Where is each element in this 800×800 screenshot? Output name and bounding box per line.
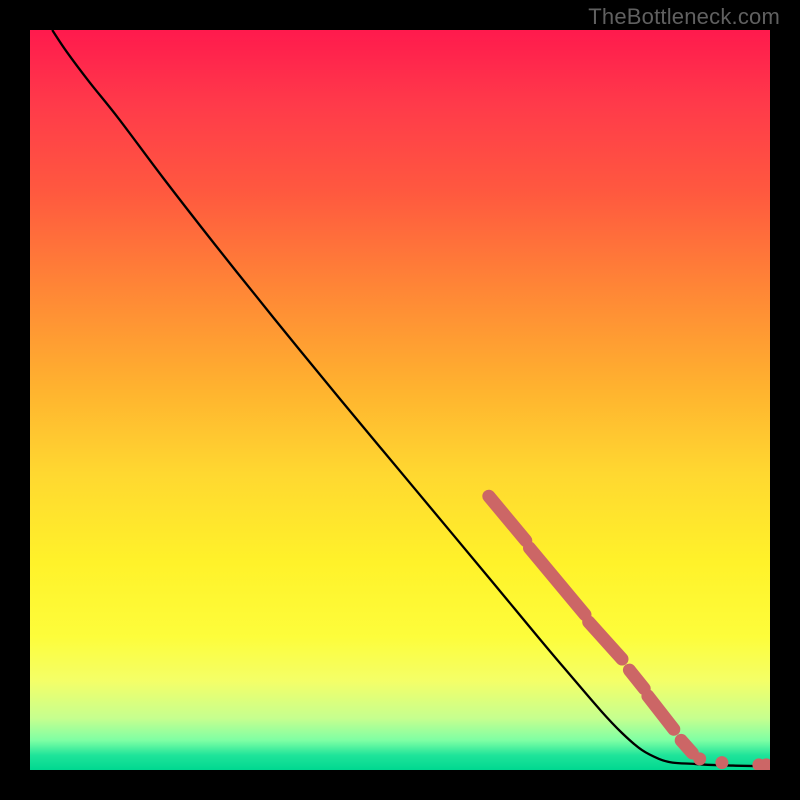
- curve-line: [52, 30, 770, 766]
- highlight-segment: [681, 740, 692, 753]
- watermark-text: TheBottleneck.com: [588, 4, 780, 30]
- highlight-segment: [589, 622, 622, 659]
- highlight-layer: [489, 496, 770, 770]
- highlight-segment: [648, 696, 674, 729]
- highlight-dot: [693, 752, 706, 765]
- line-curve: [52, 30, 770, 766]
- chart-frame: TheBottleneck.com: [0, 0, 800, 800]
- highlight-segment: [489, 496, 526, 540]
- plot-area: [30, 30, 770, 770]
- highlight-segment: [629, 670, 644, 689]
- chart-svg: [30, 30, 770, 770]
- highlight-segment: [530, 548, 586, 615]
- highlight-dot: [715, 756, 728, 769]
